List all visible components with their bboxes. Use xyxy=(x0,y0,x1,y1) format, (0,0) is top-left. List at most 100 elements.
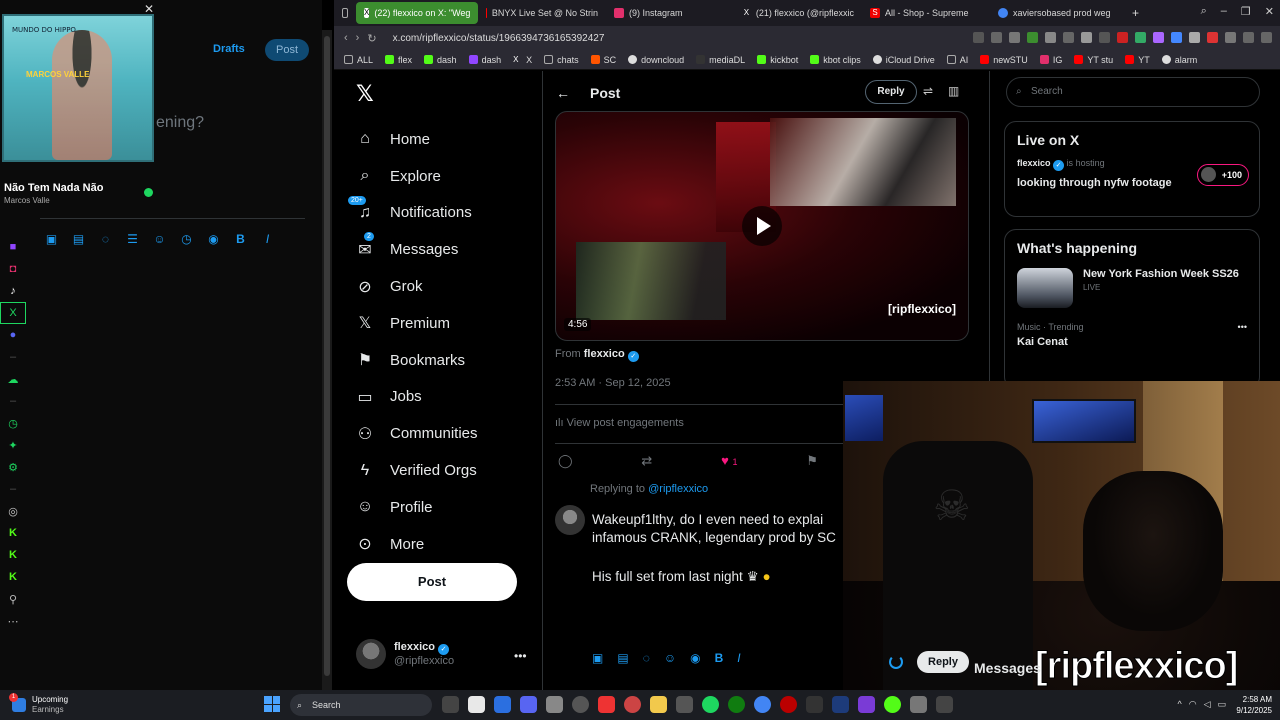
bookmark[interactable]: YT stu xyxy=(1074,55,1113,65)
bookmark[interactable]: kickbot xyxy=(757,55,798,65)
forward-icon[interactable]: › xyxy=(356,32,360,44)
from-name[interactable]: flexxico xyxy=(584,348,625,360)
poll-icon[interactable]: ☰ xyxy=(125,232,140,246)
app-icon[interactable] xyxy=(468,696,485,713)
bookmark[interactable]: newSTU xyxy=(980,55,1028,65)
view-engagements-link[interactable]: ılı View post engagements xyxy=(555,417,684,429)
twitch-icon[interactable]: ■ xyxy=(0,236,26,258)
spotify-icon[interactable] xyxy=(702,696,719,713)
search-input[interactable]: ⌕ Search xyxy=(1006,77,1260,107)
kick-icon[interactable]: K xyxy=(0,566,26,588)
settings-icon[interactable]: ⚙ xyxy=(0,456,26,478)
nav-item-notifications[interactable]: ♫ 20+ Notifications xyxy=(348,195,478,232)
account-switcher[interactable]: flexxico ✓ @ripflexxico xyxy=(356,639,454,669)
nav-item-jobs[interactable]: ▭ Jobs xyxy=(354,379,478,416)
cloud-icon[interactable]: ☁ xyxy=(0,368,26,390)
bookmark[interactable]: dash xyxy=(424,55,457,65)
wifi-icon[interactable]: ◠ xyxy=(1189,699,1197,710)
bookmark[interactable]: SC xyxy=(590,55,616,65)
browser-tab[interactable]: X (22) flexxico on X: "Weg xyxy=(356,2,478,24)
reply-textarea[interactable]: Wakeupf1lthy, do I even need to explai i… xyxy=(592,511,844,547)
trend-item[interactable]: New York Fashion Week SS26 LIVE xyxy=(1017,268,1247,308)
shield-icon[interactable] xyxy=(1027,32,1038,43)
app-icon[interactable] xyxy=(546,696,563,713)
tab-list-icon[interactable] xyxy=(334,2,356,24)
play-icon[interactable] xyxy=(1063,32,1074,43)
volume-icon[interactable]: ◁ xyxy=(1204,699,1211,710)
ext-icon[interactable] xyxy=(1153,32,1164,43)
minimize-icon[interactable]: – xyxy=(1221,5,1227,18)
ext-icon[interactable] xyxy=(1135,32,1146,43)
photoshop-icon[interactable] xyxy=(832,696,849,713)
bookmark[interactable]: mediaDL xyxy=(696,55,745,65)
bookmark[interactable]: YT xyxy=(1125,55,1150,65)
ext-icon[interactable] xyxy=(1045,32,1056,43)
reply-submit-button[interactable]: Reply xyxy=(917,651,969,673)
close-icon[interactable]: ✕ xyxy=(1265,5,1274,18)
ext-icon[interactable] xyxy=(1117,32,1128,43)
chrome-icon[interactable] xyxy=(754,696,771,713)
nav-item-verified-orgs[interactable]: ϟ Verified Orgs xyxy=(354,452,478,489)
browser-tab[interactable]: S All - Shop - Supreme xyxy=(862,2,990,24)
ext-icon[interactable] xyxy=(1207,32,1218,43)
bookmark[interactable]: dash xyxy=(468,55,501,65)
download-icon[interactable] xyxy=(1243,32,1254,43)
bookmark-icon[interactable]: ⚑ xyxy=(806,453,818,469)
reply-button[interactable]: Reply xyxy=(865,80,917,104)
browser-tab[interactable]: BNYX Live Set @ No Strin xyxy=(478,2,606,24)
more-icon[interactable]: ••• xyxy=(1238,322,1247,332)
play-icon[interactable] xyxy=(742,206,782,246)
app-icon[interactable] xyxy=(598,696,615,713)
location-icon[interactable]: ◉ xyxy=(690,651,700,665)
nav-item-more[interactable]: ⊙ More xyxy=(354,526,478,563)
clock-icon[interactable]: ◷ xyxy=(0,412,26,434)
tiktok-icon[interactable]: ♪ xyxy=(0,280,26,302)
bold-icon[interactable]: B xyxy=(233,232,248,246)
bookmark[interactable]: downcloud xyxy=(628,55,684,65)
italic-icon[interactable]: I xyxy=(737,651,740,665)
back-arrow-icon[interactable]: ← xyxy=(556,85,570,101)
app-icon[interactable] xyxy=(858,696,875,713)
file-explorer-icon[interactable] xyxy=(650,696,667,713)
browser-tab[interactable]: xaviersobased prod weg xyxy=(990,2,1124,24)
ext-icon[interactable] xyxy=(1189,32,1200,43)
sliders-icon[interactable]: ⇌ xyxy=(923,84,933,98)
scrollbar[interactable] xyxy=(322,30,332,690)
chevron-up-icon[interactable]: ^ xyxy=(1177,699,1181,710)
nav-item-profile[interactable]: ☺ Profile xyxy=(354,489,478,526)
zoom-icon[interactable] xyxy=(973,32,984,43)
reply-icon[interactable]: ◯ xyxy=(558,453,573,469)
discord-icon[interactable]: ● xyxy=(0,324,26,346)
bookmark[interactable]: XX xyxy=(513,55,532,65)
more-icon[interactable]: ••• xyxy=(514,649,527,663)
messages-drawer[interactable]: Messages xyxy=(974,660,1041,676)
new-tab-button[interactable]: + xyxy=(1124,2,1144,24)
instagram-icon[interactable]: ◘ xyxy=(0,258,26,280)
more-icon[interactable]: ⋯ xyxy=(0,610,26,632)
nav-item-explore[interactable]: ⌕ Explore xyxy=(354,158,478,195)
kick-icon[interactable]: K xyxy=(0,522,26,544)
bookmark[interactable]: iCloud Drive xyxy=(872,55,935,65)
back-icon[interactable]: ‹ xyxy=(344,32,348,44)
like-button[interactable]: ♥ 1 xyxy=(721,453,737,469)
emoji-icon[interactable]: ☺ xyxy=(152,232,167,246)
app-icon[interactable] xyxy=(884,696,901,713)
emoji-icon[interactable]: ☺ xyxy=(664,651,676,665)
gif-icon[interactable]: ▤ xyxy=(71,232,86,246)
app-icon[interactable] xyxy=(572,696,589,713)
video-player[interactable]: 4:56 [ripflexxico] xyxy=(555,111,969,341)
start-button[interactable] xyxy=(264,696,280,712)
bookmark[interactable]: AI xyxy=(946,55,968,65)
x-logo-icon[interactable]: 𝕏 xyxy=(356,81,374,107)
xbox-icon[interactable] xyxy=(728,696,745,713)
widgets-button[interactable]: 1 Upcoming Earnings xyxy=(9,693,68,715)
ext-icon[interactable] xyxy=(1171,32,1182,43)
image-icon[interactable]: ▣ xyxy=(592,651,603,665)
browser-tab[interactable]: X (21) flexxico (@ripflexxic xyxy=(734,2,862,24)
bookmark[interactable]: chats xyxy=(544,55,579,65)
bookmark[interactable]: IG xyxy=(1039,55,1062,65)
reply-text-line[interactable]: His full set from last night ♛ ● xyxy=(592,569,771,585)
search-icon[interactable]: ⌕ xyxy=(1201,5,1207,18)
nav-item-bookmarks[interactable]: ⚑ Bookmarks xyxy=(354,342,478,379)
app-icon[interactable] xyxy=(936,696,953,713)
